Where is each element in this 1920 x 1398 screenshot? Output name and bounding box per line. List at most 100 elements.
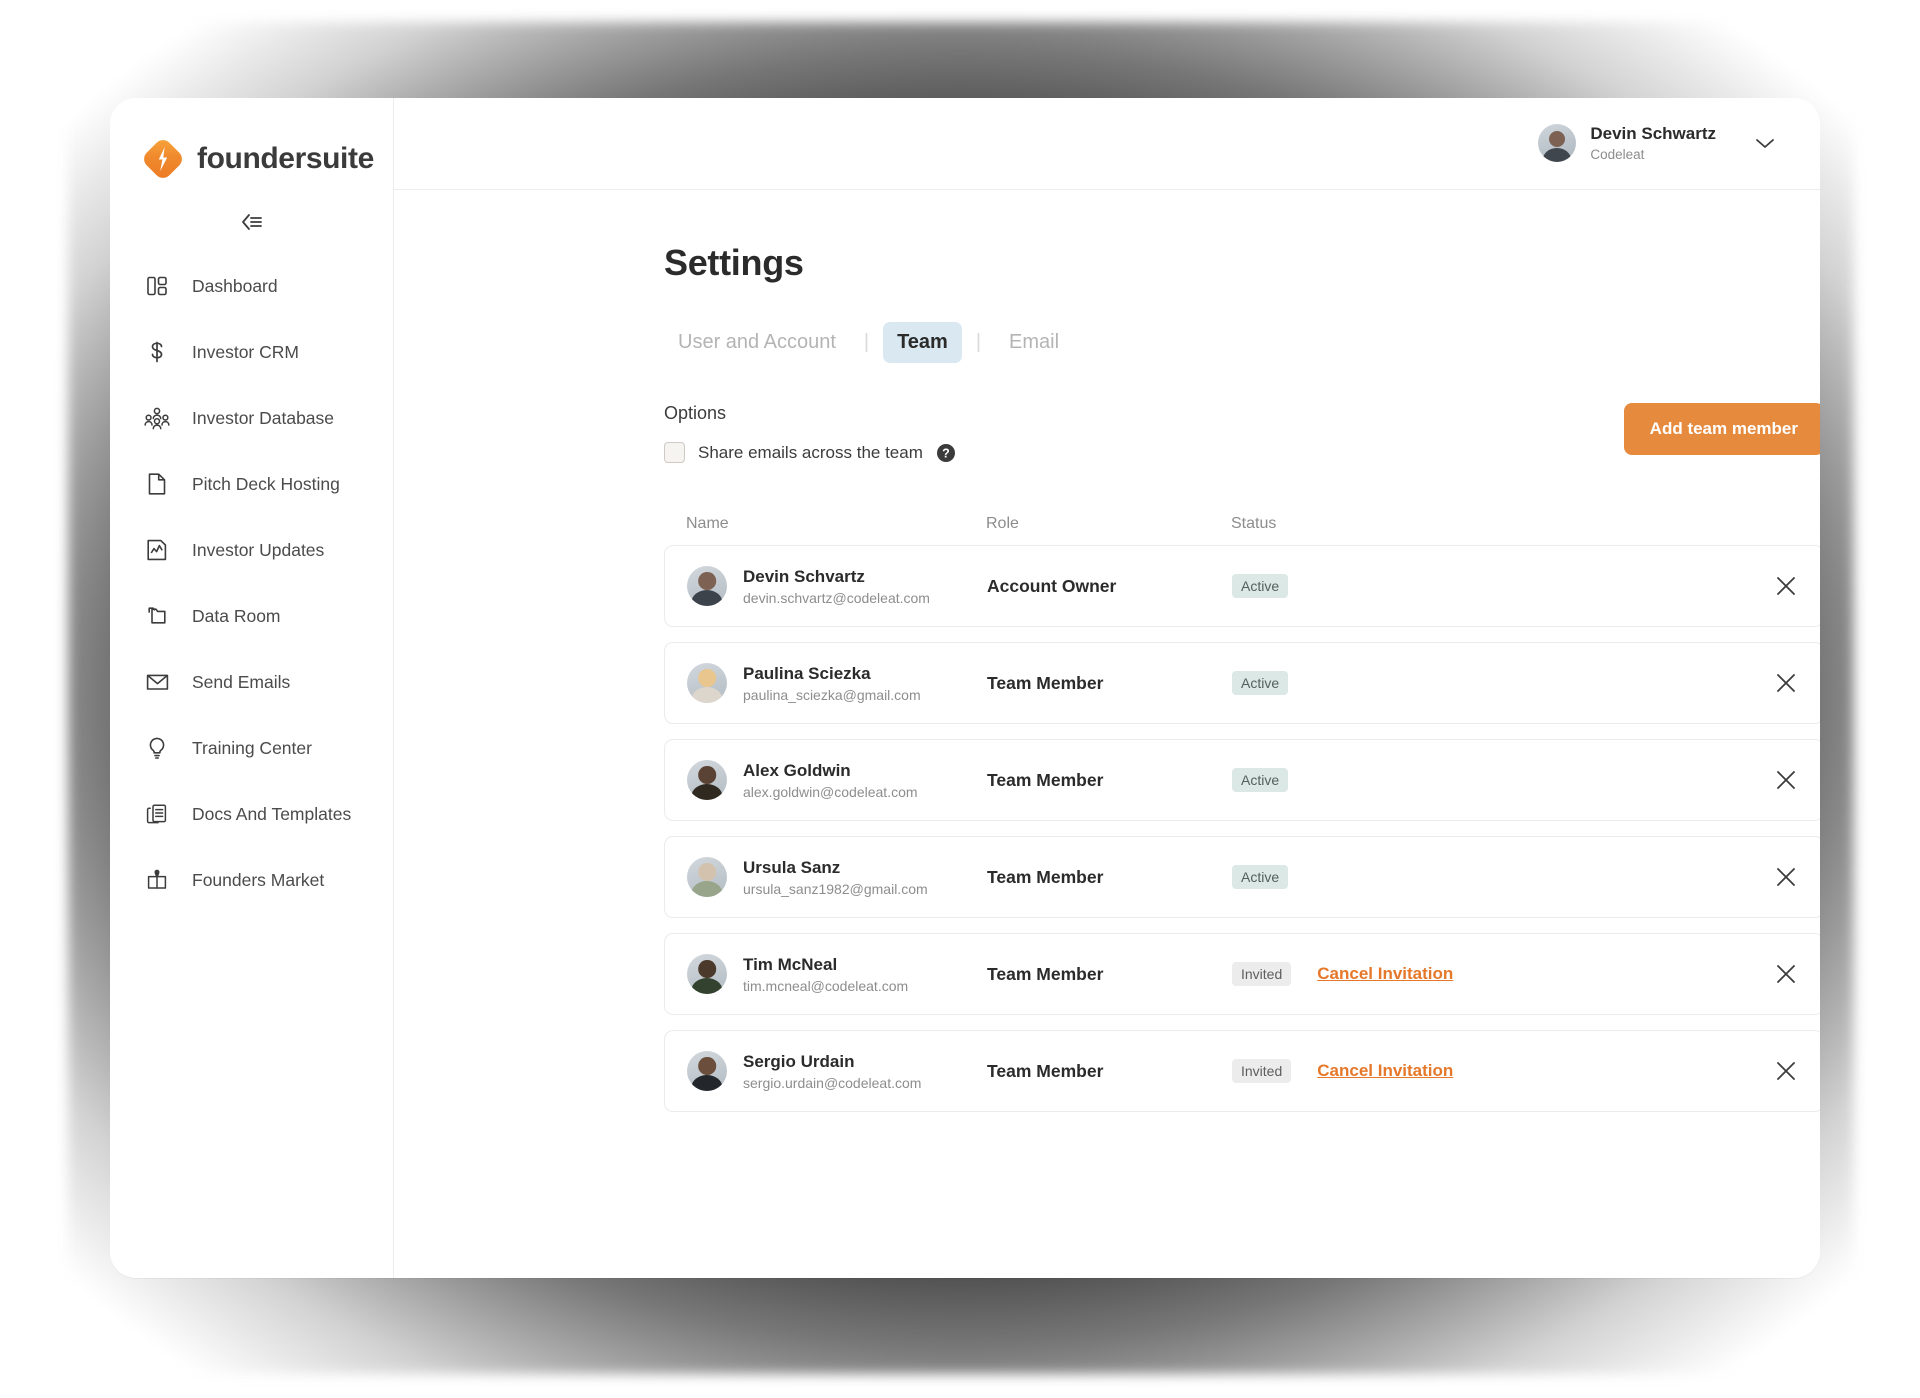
sidebar-item-label: Investor Updates — [192, 539, 325, 560]
user-name: Devin Schwartz — [1590, 124, 1716, 144]
member-email: devin.schvartz@codeleat.com — [743, 590, 930, 607]
member-text: Sergio Urdain sergio.urdain@codeleat.com — [743, 1051, 921, 1091]
member-role: Team Member — [987, 672, 1104, 693]
sidebar-item-label: Data Room — [192, 605, 281, 626]
sidebar-item-send-emails[interactable]: Send Emails — [110, 662, 393, 702]
member-role: Team Member — [987, 1060, 1104, 1081]
sidebar-item-label: Dashboard — [192, 275, 278, 296]
options-heading: Options — [664, 403, 727, 423]
sidebar-item-investor-database[interactable]: Investor Database — [110, 398, 393, 438]
sidebar-item-label: Docs And Templates — [192, 803, 352, 824]
status-badge: Active — [1232, 768, 1289, 792]
member-identity: Paulina Sciezka paulina_sciezka@gmail.co… — [687, 663, 987, 703]
status-badge: Active — [1232, 574, 1289, 598]
close-x-icon[interactable] — [1771, 862, 1801, 892]
envelope-icon — [144, 669, 170, 695]
brand-name: foundersuite — [197, 142, 374, 175]
tab-email[interactable]: Email — [995, 322, 1073, 363]
column-header-status: Status — [1231, 515, 1277, 532]
options-section: Options Share emails across the team ? A… — [664, 403, 1820, 463]
avatar — [687, 760, 727, 800]
user-organization: Codeleat — [1590, 146, 1645, 162]
sidebar-item-pitch-deck-hosting[interactable]: Pitch Deck Hosting — [110, 464, 393, 504]
table-row[interactable]: Alex Goldwin alex.goldwin@codeleat.com T… — [664, 739, 1820, 821]
avatar — [687, 954, 727, 994]
member-name: Paulina Sciezka — [743, 663, 871, 683]
table-row[interactable]: Tim McNeal tim.mcneal@codeleat.com Team … — [664, 933, 1820, 1015]
add-team-member-button[interactable]: Add team member — [1623, 403, 1820, 455]
tab-team[interactable]: Team — [883, 322, 962, 363]
sidebar-item-label: Pitch Deck Hosting — [192, 473, 340, 494]
table-row[interactable]: Sergio Urdain sergio.urdain@codeleat.com… — [664, 1030, 1820, 1112]
dashboard-layout-icon — [144, 273, 170, 299]
chart-document-icon — [144, 537, 170, 563]
cancel-invitation-link[interactable]: Cancel Invitation — [1317, 1061, 1453, 1081]
close-x-icon[interactable] — [1771, 1056, 1801, 1086]
gift-box-icon — [144, 867, 170, 893]
member-identity: Ursula Sanz ursula_sanz1982@gmail.com — [687, 857, 987, 897]
sidebar: foundersuite Dashboard Investor CRM Inve… — [110, 98, 394, 1278]
status-badge: Invited — [1232, 962, 1292, 986]
sidebar-item-investor-crm[interactable]: Investor CRM — [110, 332, 393, 372]
avatar — [1538, 124, 1577, 163]
sidebar-item-label: Investor CRM — [192, 341, 299, 362]
member-text: Ursula Sanz ursula_sanz1982@gmail.com — [743, 857, 928, 897]
tab-user-and-account[interactable]: User and Account — [664, 322, 850, 363]
avatar — [687, 566, 727, 606]
table-row[interactable]: Devin Schvartz devin.schvartz@codeleat.c… — [664, 545, 1820, 627]
sidebar-nav: Dashboard Investor CRM Investor Database… — [110, 266, 393, 900]
user-menu[interactable]: Devin Schwartz Codeleat — [1538, 124, 1778, 163]
content-area: Settings User and Account | Team | Email… — [394, 190, 1820, 1278]
member-text: Tim McNeal tim.mcneal@codeleat.com — [743, 954, 908, 994]
sidebar-item-founders-market[interactable]: Founders Market — [110, 860, 393, 900]
remove-cell — [1745, 1056, 1801, 1086]
table-row[interactable]: Paulina Sciezka paulina_sciezka@gmail.co… — [664, 642, 1820, 724]
member-identity: Tim McNeal tim.mcneal@codeleat.com — [687, 954, 987, 994]
member-text: Devin Schvartz devin.schvartz@codeleat.c… — [743, 566, 930, 606]
sidebar-item-dashboard[interactable]: Dashboard — [110, 266, 393, 306]
remove-cell — [1745, 862, 1801, 892]
sidebar-item-docs-and-templates[interactable]: Docs And Templates — [110, 794, 393, 834]
sidebar-item-label: Training Center — [192, 737, 312, 758]
avatar — [687, 1051, 727, 1091]
app-window: foundersuite Dashboard Investor CRM Inve… — [110, 98, 1820, 1278]
member-name: Tim McNeal — [743, 954, 838, 974]
close-x-icon[interactable] — [1771, 571, 1801, 601]
cancel-invitation-link[interactable]: Cancel Invitation — [1317, 964, 1453, 984]
lightbulb-icon — [144, 735, 170, 761]
brand-logo[interactable]: foundersuite — [110, 128, 393, 184]
collapse-sidebar-icon[interactable] — [235, 208, 269, 236]
share-emails-label: Share emails across the team — [698, 442, 923, 462]
chevron-down-icon[interactable] — [1752, 130, 1778, 156]
table-header: Name Role Status — [664, 515, 1820, 545]
member-email: sergio.urdain@codeleat.com — [743, 1075, 922, 1092]
sidebar-item-data-room[interactable]: Data Room — [110, 596, 393, 636]
member-text: Paulina Sciezka paulina_sciezka@gmail.co… — [743, 663, 921, 703]
close-x-icon[interactable] — [1771, 765, 1801, 795]
member-identity: Sergio Urdain sergio.urdain@codeleat.com — [687, 1051, 987, 1091]
sidebar-item-investor-updates[interactable]: Investor Updates — [110, 530, 393, 570]
team-table: Name Role Status Devin Schvartz devin.sc… — [664, 515, 1820, 1112]
question-mark-help-icon[interactable]: ? — [936, 443, 956, 463]
close-x-icon[interactable] — [1771, 959, 1801, 989]
sidebar-item-training-center[interactable]: Training Center — [110, 728, 393, 768]
share-emails-row: Share emails across the team ? — [664, 442, 956, 463]
member-name: Ursula Sanz — [743, 857, 841, 877]
sidebar-item-label: Founders Market — [192, 869, 325, 890]
member-name: Alex Goldwin — [743, 760, 851, 780]
member-role: Team Member — [987, 769, 1104, 790]
close-x-icon[interactable] — [1771, 668, 1801, 698]
table-row[interactable]: Ursula Sanz ursula_sanz1982@gmail.com Te… — [664, 836, 1820, 918]
copy-documents-icon — [144, 801, 170, 827]
tab-separator: | — [975, 331, 982, 353]
member-email: alex.goldwin@codeleat.com — [743, 784, 918, 801]
collapse-row — [110, 208, 393, 236]
share-emails-checkbox[interactable] — [664, 442, 685, 463]
member-role: Team Member — [987, 866, 1104, 887]
remove-cell — [1745, 959, 1801, 989]
document-page-icon — [144, 471, 170, 497]
topbar: Devin Schwartz Codeleat — [394, 98, 1820, 190]
screenshot-stage: foundersuite Dashboard Investor CRM Inve… — [0, 0, 1920, 1398]
page-title: Settings — [664, 242, 804, 283]
member-text: Alex Goldwin alex.goldwin@codeleat.com — [743, 760, 918, 800]
